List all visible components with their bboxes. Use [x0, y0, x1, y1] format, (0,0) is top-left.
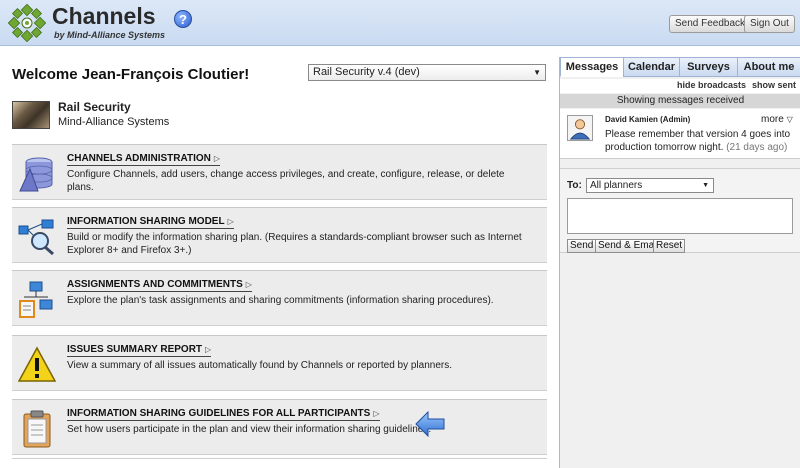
card-assignments-and-commitments: ASSIGNMENTS AND COMMITMENTS ▷ Explore the… — [12, 270, 547, 326]
compose-message: To: All planners ▼ Send Send & Email Res… — [560, 168, 800, 253]
tab-surveys[interactable]: Surveys — [679, 57, 738, 77]
tab-messages[interactable]: Messages — [560, 57, 624, 77]
messages-panel: Messages Calendar Surveys About me hide … — [559, 57, 800, 468]
message-item: David Kamien (Admin) more ▽ Please remem… — [560, 109, 800, 159]
org-chart-icon — [19, 281, 53, 318]
recipient-select[interactable]: All planners ▼ — [586, 178, 714, 193]
more-button[interactable]: more ▽ — [761, 114, 793, 125]
card-channels-administration: CHANNELS ADMINISTRATION ▷ Configure Chann… — [12, 144, 547, 200]
card-information-sharing-guidelines: INFORMATION SHARING GUIDELINES FOR ALL P… — [12, 399, 547, 455]
card-description: Set how users participate in the plan an… — [67, 424, 432, 435]
plan-name: Rail Security — [58, 100, 131, 114]
arrow-right-icon: ▷ — [227, 217, 234, 226]
panel-tabs: Messages Calendar Surveys About me — [560, 57, 800, 77]
welcome-heading: Welcome Jean-François Cloutier! — [12, 66, 250, 83]
card-description: Explore the plan's task assignments and … — [67, 295, 494, 306]
assignments-and-commitments-link[interactable]: ASSIGNMENTS AND COMMITMENTS ▷ — [67, 279, 252, 292]
card-description: Configure Channels, add users, change ac… — [67, 169, 505, 193]
arrow-right-icon: ▷ — [205, 345, 212, 354]
information-sharing-model-link[interactable]: INFORMATION SHARING MODEL ▷ — [67, 216, 234, 229]
chevron-down-icon: ▽ — [786, 115, 793, 124]
plan-thumbnail — [12, 101, 50, 129]
card-title: CHANNELS ADMINISTRATION — [67, 153, 211, 164]
message-textarea[interactable] — [567, 198, 793, 234]
information-sharing-guidelines-link[interactable]: INFORMATION SHARING GUIDELINES FOR ALL P… — [67, 408, 380, 421]
tab-calendar[interactable]: Calendar — [623, 57, 680, 77]
plan-selector-value: Rail Security v.4 (dev) — [313, 66, 420, 78]
card-title: INFORMATION SHARING GUIDELINES FOR ALL P… — [67, 408, 371, 419]
more-label: more — [761, 114, 784, 125]
warning-icon — [18, 346, 56, 382]
arrow-left-icon — [415, 411, 445, 437]
dropdown-arrow-icon: ▼ — [533, 68, 541, 77]
card-issues-summary-report: ISSUES SUMMARY REPORT ▷ View a summary of… — [12, 335, 547, 391]
avatar-icon — [567, 115, 593, 141]
hide-broadcasts-link[interactable]: hide broadcasts — [677, 80, 746, 90]
message-sender: David Kamien (Admin) — [605, 115, 691, 124]
network-search-icon — [18, 219, 54, 256]
card-title: ASSIGNMENTS AND COMMITMENTS — [67, 279, 243, 290]
help-icon[interactable]: ? — [174, 10, 192, 28]
send-and-email-button[interactable]: Send & Email — [595, 239, 662, 253]
sign-out-button[interactable]: Sign Out — [744, 15, 795, 33]
database-icon — [19, 157, 53, 192]
dropdown-arrow-icon: ▼ — [702, 182, 709, 189]
card-description: View a summary of all issues automatical… — [67, 360, 453, 371]
brand-subtitle: by Mind-Alliance Systems — [54, 30, 166, 40]
channels-logo-icon — [8, 4, 46, 42]
channels-administration-link[interactable]: CHANNELS ADMINISTRATION ▷ — [67, 153, 221, 166]
plan-selector[interactable]: Rail Security v.4 (dev) ▼ — [308, 64, 546, 81]
send-button[interactable]: Send — [567, 239, 597, 253]
recipient-value: All planners — [590, 180, 643, 191]
message-text: Please remember that version 4 goes into… — [605, 128, 795, 154]
send-feedback-button[interactable]: Send Feedback — [669, 15, 752, 33]
plan-organization: Mind-Alliance Systems — [58, 116, 170, 128]
card-title: INFORMATION SHARING MODEL — [67, 216, 225, 227]
arrow-right-icon: ▷ — [373, 409, 380, 418]
tab-about-me[interactable]: About me — [737, 57, 800, 77]
app-header: Channels by Mind-Alliance Systems ? Send… — [0, 0, 800, 46]
divider — [12, 458, 547, 459]
messages-heading: Showing messages received — [560, 94, 800, 108]
card-information-sharing-model: INFORMATION SHARING MODEL ▷ Build or modi… — [12, 207, 547, 263]
brand-title: Channels — [52, 3, 156, 29]
issues-summary-report-link[interactable]: ISSUES SUMMARY REPORT ▷ — [67, 344, 212, 357]
message-filters: hide broadcasts show sent — [560, 79, 800, 93]
card-description: Build or modify the information sharing … — [67, 232, 522, 256]
arrow-right-icon: ▷ — [213, 154, 221, 163]
to-label: To: — [567, 180, 582, 191]
show-sent-link[interactable]: show sent — [752, 80, 796, 90]
arrow-right-icon: ▷ — [245, 280, 252, 289]
message-age: (21 days ago) — [726, 142, 788, 153]
reset-button[interactable]: Reset — [653, 239, 686, 253]
card-title: ISSUES SUMMARY REPORT — [67, 344, 203, 355]
clipboard-icon — [23, 410, 51, 448]
